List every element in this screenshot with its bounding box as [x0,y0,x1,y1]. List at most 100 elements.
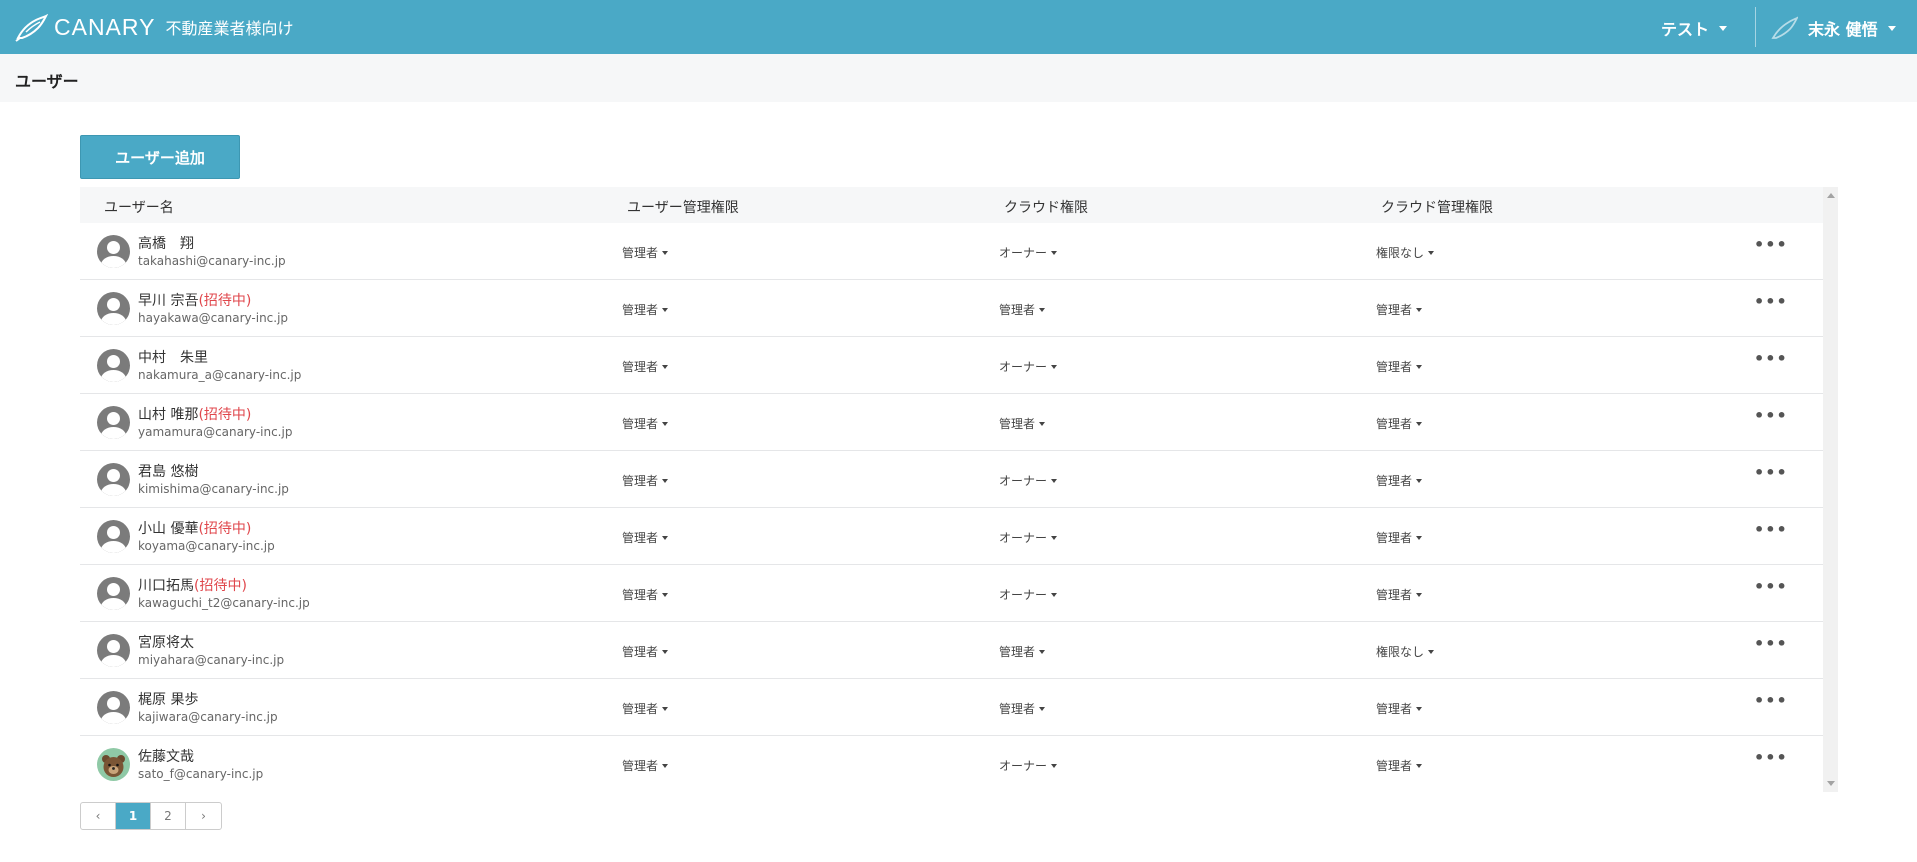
user-permission-dropdown[interactable]: 管理者 [622,415,669,432]
avatar [97,463,130,496]
pagination-prev-button[interactable]: ‹ [81,803,116,829]
user-permission-dropdown[interactable]: 管理者 [622,301,669,318]
user-permission-dropdown[interactable]: 管理者 [622,472,669,489]
brand-logo[interactable]: CANARY 不動産業者様向け [14,12,293,42]
user-menu[interactable]: 末永 健悟 [1770,15,1896,41]
more-options-icon[interactable]: ••• [1754,691,1788,710]
brand-subtitle: 不動産業者様向け [165,19,294,38]
chevron-down-icon [662,250,669,255]
user-name: 佐藤文哉 [138,749,194,765]
user-name: 梶原 果歩 [138,692,199,708]
cloud-admin-permission-dropdown[interactable]: 管理者 [1376,700,1423,717]
user-bird-icon [1771,16,1798,39]
user-permission-dropdown[interactable]: 管理者 [622,643,669,660]
more-options-icon[interactable]: ••• [1754,235,1788,254]
cloud-permission-dropdown[interactable]: オーナー [999,757,1058,774]
column-header-user-permission: ユーザー管理権限 [627,200,739,216]
cloud-admin-permission-dropdown[interactable]: 管理者 [1376,358,1423,375]
table-row: 中村 朱里 nakamura_a@canary-inc.jp 管理者 オーナー 管理者 •… [80,337,1823,394]
cloud-permission-dropdown[interactable]: オーナー [999,472,1058,489]
chevron-down-icon [1416,763,1423,768]
user-email: hayakawa@canary-inc.jp [138,311,289,325]
cloud-admin-permission-dropdown[interactable]: 管理者 [1376,586,1423,603]
chevron-down-icon [662,592,669,597]
pagination-page-1[interactable]: 1 [116,803,151,829]
pagination-next-button[interactable]: › [186,803,221,829]
table-row: 川口拓馬(招待中) kawaguchi_t2@canary-inc.jp 管理者 オー… [80,565,1823,622]
chevron-down-icon [1051,592,1058,597]
chevron-down-icon [1416,535,1423,540]
table-row: 佐藤文哉 sato_f@canary-inc.jp 管理者 オーナー 管理者 ••• [80,736,1823,792]
cloud-permission-dropdown[interactable]: オーナー [999,358,1058,375]
table-row: 梶原 果歩 kajiwara@canary-inc.jp 管理者 管理者 管理者 ••• [80,679,1823,736]
avatar [97,292,130,325]
more-options-icon[interactable]: ••• [1754,349,1788,368]
chevron-down-icon [1039,307,1046,312]
chevron-down-icon [1887,25,1896,31]
cloud-permission-dropdown[interactable]: 管理者 [999,415,1046,432]
navbar-divider [1755,7,1756,47]
pagination-page-2[interactable]: 2 [151,803,186,829]
user-permission-dropdown[interactable]: 管理者 [622,700,669,717]
avatar [97,577,130,610]
more-options-icon[interactable]: ••• [1754,292,1788,311]
more-options-icon[interactable]: ••• [1754,520,1788,539]
more-options-icon[interactable]: ••• [1754,463,1788,482]
cloud-permission-dropdown[interactable]: 管理者 [999,643,1046,660]
chevron-down-icon [662,421,669,426]
user-email: koyama@canary-inc.jp [138,539,275,553]
avatar [97,406,130,439]
chevron-down-icon [1719,25,1727,31]
user-permission-dropdown[interactable]: 管理者 [622,586,669,603]
chevron-down-icon [1051,535,1058,540]
scroll-down-arrow-icon[interactable] [1827,781,1835,786]
column-header-cloud-permission: クラウド権限 [1004,200,1088,216]
invite-status-badge: (招待中) [198,293,252,309]
chevron-down-icon [1416,307,1423,312]
invite-status-badge: (招待中) [194,578,247,594]
table-row: 早川 宗吾(招待中) hayakawa@canary-inc.jp 管理者 管理者 管理… [80,280,1823,337]
user-permission-dropdown[interactable]: 管理者 [622,529,669,546]
scroll-up-arrow-icon[interactable] [1827,193,1835,198]
more-options-icon[interactable]: ••• [1754,748,1788,767]
cloud-admin-permission-dropdown[interactable]: 権限なし [1376,244,1435,261]
more-options-icon[interactable]: ••• [1754,634,1788,653]
top-navbar: CANARY 不動産業者様向け テスト 末永 健悟 [0,0,1917,54]
cloud-admin-permission-dropdown[interactable]: 管理者 [1376,472,1423,489]
chevron-down-icon [1051,250,1058,255]
cloud-permission-dropdown[interactable]: 管理者 [999,700,1046,717]
user-email: kimishima@canary-inc.jp [138,482,289,496]
user-permission-dropdown[interactable]: 管理者 [622,358,669,375]
cloud-permission-dropdown[interactable]: オーナー [999,244,1058,261]
avatar [97,748,130,781]
cloud-permission-dropdown[interactable]: オーナー [999,529,1058,546]
chevron-down-icon [662,535,669,540]
chevron-down-icon [662,364,669,369]
user-email: yamamura@canary-inc.jp [138,425,293,439]
chevron-down-icon [1428,649,1435,654]
more-options-icon[interactable]: ••• [1754,577,1788,596]
more-options-icon[interactable]: ••• [1754,406,1788,425]
avatar [97,691,130,724]
table-row: 高橋 翔 takahashi@canary-inc.jp 管理者 オーナー 権限なし ••… [80,223,1823,280]
user-email: nakamura_a@canary-inc.jp [138,368,302,382]
cloud-admin-permission-dropdown[interactable]: 管理者 [1376,415,1423,432]
current-user-name: 末永 健悟 [1808,20,1878,39]
cloud-permission-dropdown[interactable]: オーナー [999,586,1058,603]
cloud-permission-dropdown[interactable]: 管理者 [999,301,1046,318]
table-row: 宮原将太 miyahara@canary-inc.jp 管理者 管理者 権限なし ••• [80,622,1823,679]
chevron-down-icon [1039,706,1046,711]
user-name: 早川 宗吾(招待中) [138,293,252,309]
user-permission-dropdown[interactable]: 管理者 [622,757,669,774]
cloud-admin-permission-dropdown[interactable]: 管理者 [1376,757,1423,774]
cloud-admin-permission-dropdown[interactable]: 権限なし [1376,643,1435,660]
user-email: miyahara@canary-inc.jp [138,653,285,667]
cloud-admin-permission-dropdown[interactable]: 管理者 [1376,301,1423,318]
tenant-dropdown[interactable]: テスト [1661,16,1727,40]
add-user-button[interactable]: ユーザー追加 [80,135,240,179]
table-header: ユーザー名 ユーザー管理権限 クラウド権限 クラウド管理権限 [80,187,1823,223]
table-scrollbar[interactable] [1823,187,1838,792]
cloud-admin-permission-dropdown[interactable]: 管理者 [1376,529,1423,546]
user-permission-dropdown[interactable]: 管理者 [622,244,669,261]
user-name: 山村 唯那(招待中) [138,407,252,423]
